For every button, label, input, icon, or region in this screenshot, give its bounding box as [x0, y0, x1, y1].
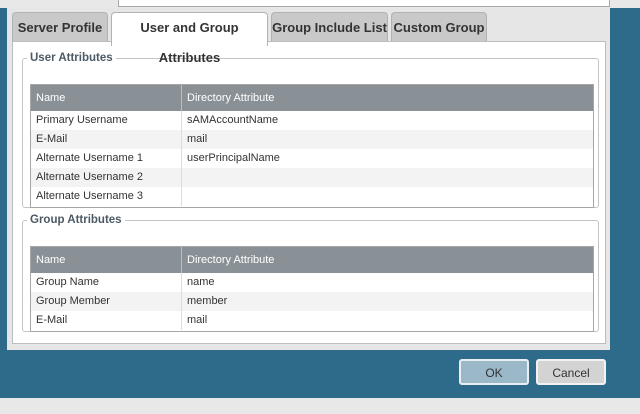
dialog: Server Profile User and Group Attributes… [7, 8, 610, 350]
attribute-name-cell: Group Name [36, 276, 99, 288]
bottom-strip [0, 398, 640, 414]
directory-attribute-cell[interactable]: userPrincipalName [181, 149, 593, 168]
attribute-name-cell: Alternate Username 3 [36, 190, 143, 202]
tab-user-and-group-attributes[interactable]: User and Group Attributes [111, 12, 268, 65]
table-row[interactable]: E-Mail mail [31, 311, 593, 330]
table-row[interactable]: Group Name name [31, 273, 593, 292]
directory-attribute-cell[interactable] [181, 168, 593, 187]
tab-panel: User Attributes Name Directory Attribute… [12, 41, 606, 344]
directory-attribute-cell[interactable]: sAMAccountName [181, 111, 593, 130]
group-attributes-grid: Name Directory Attribute Group Name name G… [30, 246, 594, 332]
user-attributes-legend: User Attributes [30, 52, 113, 64]
directory-attribute-cell[interactable]: member [181, 292, 593, 311]
table-row[interactable]: E-Mail mail [31, 130, 593, 149]
directory-attribute-cell[interactable]: name [181, 273, 593, 292]
table-row[interactable]: Primary Username sAMAccountName [31, 111, 593, 130]
attribute-name-cell: Alternate Username 2 [36, 171, 143, 183]
grid-header: Name Directory Attribute [31, 85, 593, 111]
previous-field [118, 0, 610, 7]
table-row[interactable]: Alternate Username 1 userPrincipalName [31, 149, 593, 168]
group-attributes-group: Group Attributes Name Directory Attribut… [22, 214, 599, 332]
column-header-name[interactable]: Name [31, 85, 181, 111]
attribute-name-cell: Group Member [36, 295, 110, 307]
column-header-directory-attribute[interactable]: Directory Attribute [181, 85, 593, 111]
directory-attribute-cell[interactable]: mail [181, 130, 593, 149]
column-header-name[interactable]: Name [31, 247, 181, 273]
tab-group-include-list[interactable]: Group Include List [271, 12, 388, 42]
column-header-directory-attribute[interactable]: Directory Attribute [181, 247, 593, 273]
table-row[interactable]: Group Member member [31, 292, 593, 311]
attribute-name-cell: E-Mail [36, 314, 68, 326]
dialog-footer: OK Cancel [0, 352, 640, 398]
grid-body: Primary Username sAMAccountName E-Mail mail… [31, 111, 593, 206]
table-row[interactable]: Alternate Username 2 [31, 168, 593, 187]
cancel-button[interactable]: Cancel [536, 359, 606, 385]
ok-button[interactable]: OK [459, 359, 529, 385]
directory-attribute-cell[interactable] [181, 187, 593, 206]
attribute-name-cell: Alternate Username 1 [36, 152, 143, 164]
grid-header: Name Directory Attribute [31, 247, 593, 273]
user-attributes-grid: Name Directory Attribute Primary Usernam… [30, 84, 594, 208]
user-attributes-group: User Attributes Name Directory Attribute… [22, 52, 599, 208]
directory-attribute-cell[interactable]: mail [181, 311, 593, 330]
group-attributes-legend: Group Attributes [30, 214, 122, 226]
attribute-name-cell: Primary Username [36, 114, 128, 126]
tab-custom-group[interactable]: Custom Group [391, 12, 487, 42]
table-row[interactable]: Alternate Username 3 [31, 187, 593, 206]
attribute-name-cell: E-Mail [36, 133, 68, 145]
grid-body: Group Name name Group Member member E-Mail ma… [31, 273, 593, 330]
tab-server-profile[interactable]: Server Profile [12, 12, 108, 42]
